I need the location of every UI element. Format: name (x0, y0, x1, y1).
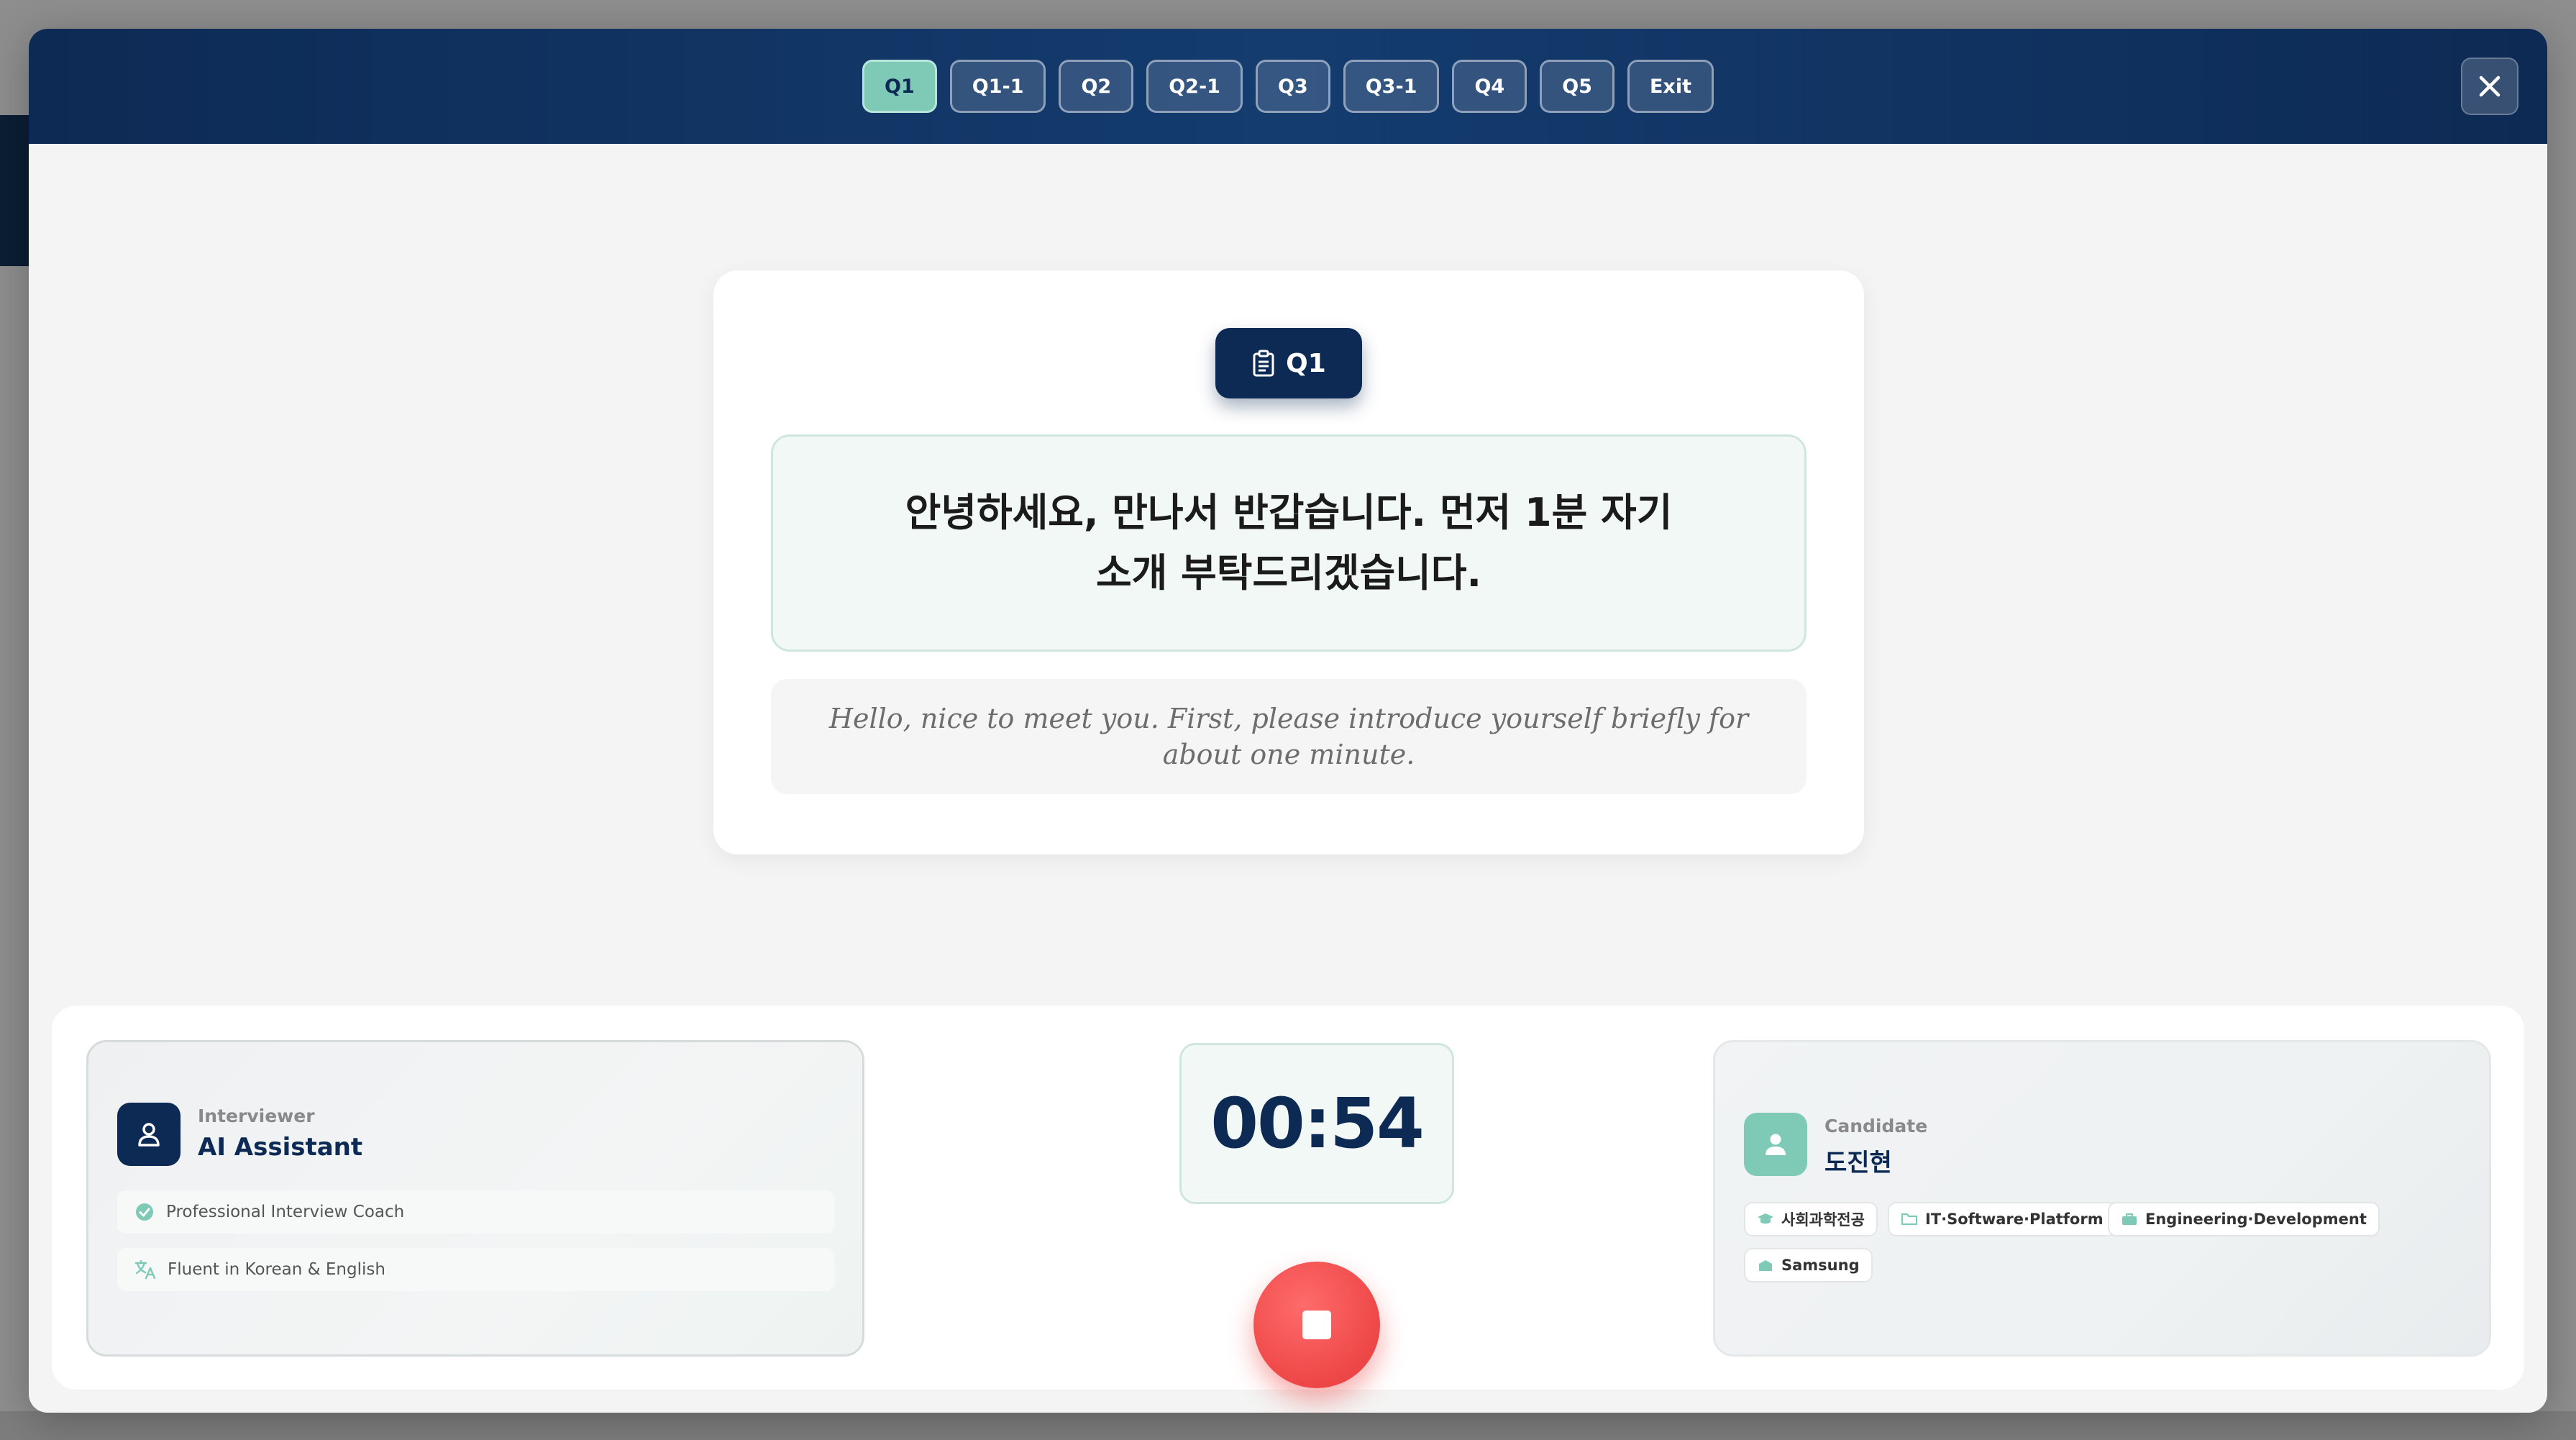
question-text-korean: 안녕하세요, 만나서 반갑습니다. 먼저 1분 자기소개 부탁드리겠습니다. (771, 434, 1807, 652)
candidate-tag-company: Samsung (1744, 1248, 1873, 1282)
candidate-role: Candidate (1824, 1116, 1928, 1136)
question-nav-bar: Q1 Q1-1 Q2 Q2-1 Q3 Q3-1 Q4 Q5 Exit (29, 29, 2547, 144)
graduation-cap-icon (1758, 1213, 1773, 1224)
question-badge: Q1 (1215, 328, 1362, 398)
folder-icon (1901, 1213, 1918, 1226)
tab-q2-1[interactable]: Q2-1 (1146, 60, 1243, 113)
feature-label: Professional Interview Coach (166, 1203, 405, 1221)
exit-button[interactable]: Exit (1627, 60, 1714, 113)
user-icon (1766, 1134, 1786, 1155)
question-text-english: Hello, nice to meet you. First, please i… (771, 679, 1807, 794)
background-footer (0, 1411, 2576, 1440)
tab-q4[interactable]: Q4 (1452, 60, 1527, 113)
interviewer-name: AI Assistant (198, 1133, 363, 1162)
tab-q2[interactable]: Q2 (1059, 60, 1134, 113)
check-badge-icon (136, 1203, 153, 1221)
translate-icon (134, 1259, 156, 1280)
question-badge-label: Q1 (1286, 348, 1326, 378)
tab-q1-1[interactable]: Q1-1 (949, 60, 1046, 113)
question-card: Q1 안녕하세요, 만나서 반갑습니다. 먼저 1분 자기소개 부탁드리겠습니다… (713, 270, 1864, 855)
interviewer-feature-language: Fluent in Korean & English (117, 1248, 835, 1291)
stop-icon (1302, 1311, 1331, 1339)
close-button[interactable] (2461, 58, 2518, 115)
tab-q1[interactable]: Q1 (862, 60, 937, 113)
interviewer-feature-coach: Professional Interview Coach (117, 1190, 835, 1234)
participants-panel: Interviewer AI Assistant Professional In… (52, 1006, 2524, 1390)
feature-label: Fluent in Korean & English (168, 1260, 385, 1279)
tab-q3-1[interactable]: Q3-1 (1343, 60, 1440, 113)
building-icon (1759, 1260, 1772, 1271)
candidate-tag-industry: IT·Software·Platform (1888, 1202, 2116, 1236)
close-icon (2479, 76, 2500, 97)
stop-recording-button[interactable] (1253, 1262, 1380, 1388)
candidate-tag-major: 사회과학전공 (1744, 1202, 1878, 1236)
interview-modal: Q1 Q1-1 Q2 Q2-1 Q3 Q3-1 Q4 Q5 Exit Q1 안녕… (29, 29, 2547, 1413)
tag-label: Engineering·Development (2145, 1211, 2367, 1228)
candidate-name: 도진현 (1824, 1149, 1892, 1177)
background-panel-edge (0, 115, 29, 266)
countdown-timer: 00:54 (1179, 1043, 1454, 1204)
tag-label: IT·Software·Platform (1925, 1211, 2104, 1228)
tag-label: 사회과학전공 (1781, 1211, 1865, 1229)
interviewer-card: Interviewer AI Assistant Professional In… (86, 1040, 864, 1357)
candidate-avatar (1744, 1113, 1807, 1176)
user-icon (138, 1123, 160, 1147)
tab-q3[interactable]: Q3 (1255, 60, 1330, 113)
clipboard-icon (1253, 350, 1274, 377)
candidate-tag-job: Engineering·Development (2108, 1202, 2380, 1236)
candidate-card: Candidate 도진현 사회과학전공 IT·Software·Platfor… (1713, 1040, 2491, 1357)
tag-label: Samsung (1781, 1257, 1860, 1274)
interviewer-avatar (117, 1103, 181, 1166)
briefcase-icon (2122, 1213, 2137, 1225)
tab-q5[interactable]: Q5 (1540, 60, 1614, 113)
interviewer-role: Interviewer (198, 1106, 315, 1126)
